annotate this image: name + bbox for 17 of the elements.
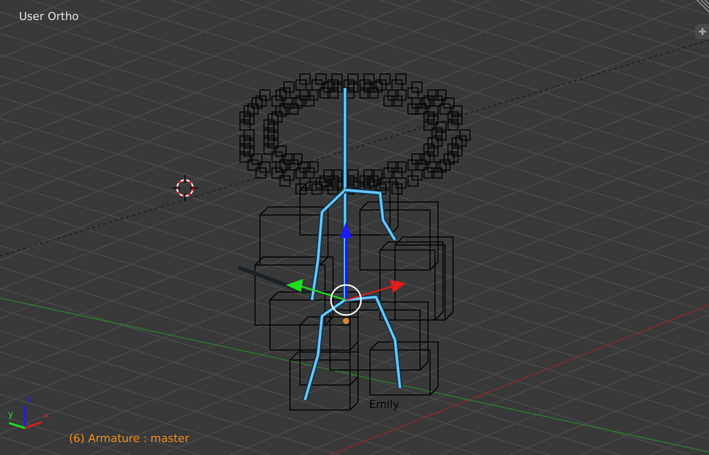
object-name-label: Emily	[369, 398, 400, 411]
armature-bones-drawing[interactable]	[302, 88, 402, 401]
plus-icon	[698, 28, 706, 35]
axis-orientation-icon	[8, 406, 42, 429]
transform-gizmo[interactable]	[286, 222, 406, 316]
corner-grip-icon[interactable]	[696, 0, 709, 12]
origin-dot	[343, 318, 349, 324]
3d-cursor-icon[interactable]	[172, 174, 198, 202]
view-name-label: User Ortho	[19, 10, 79, 23]
3d-viewport[interactable]: User Ortho z Emily y x (6) Armature : master	[0, 0, 709, 455]
axis-y-label: y	[8, 410, 14, 420]
axis-x-label: x	[44, 411, 50, 421]
voxel-mesh-wireframe-drawing[interactable]	[240, 74, 470, 410]
bone-handle-line	[238, 266, 307, 294]
axis-z-label: z	[27, 395, 32, 405]
properties-toggle-button[interactable]	[695, 24, 709, 39]
object-info-label: (6) Armature : master	[69, 432, 190, 445]
